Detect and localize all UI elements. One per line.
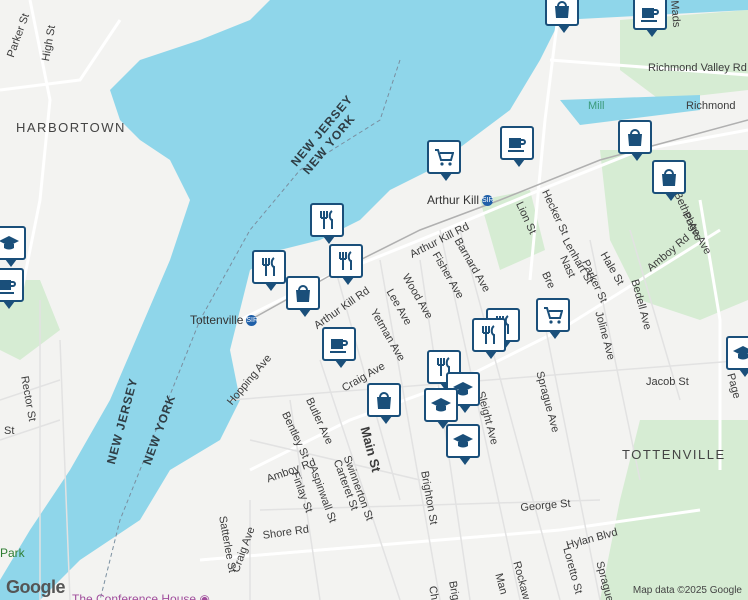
street-label: St <box>4 425 15 437</box>
map-marker[interactable] <box>446 424 480 465</box>
area-label-harbortown: HARBORTOWN <box>16 120 126 135</box>
poi-conference-house[interactable]: The Conference House ◉ <box>72 592 210 600</box>
map-marker[interactable] <box>367 383 401 424</box>
restaurant-icon <box>482 325 495 344</box>
street-label: Ch <box>426 585 441 600</box>
street-label: Richmond <box>686 100 736 112</box>
graduation-cap-icon <box>0 236 19 250</box>
area-label-tottenville: TOTTENVILLE <box>622 447 726 462</box>
shopping-bag-icon <box>377 392 391 409</box>
map-marker[interactable] <box>0 226 26 267</box>
shopping-cart-icon <box>544 307 563 324</box>
coffee-cup-icon <box>330 339 348 353</box>
map-marker[interactable] <box>500 126 534 167</box>
street-label: Mill <box>588 100 605 112</box>
restaurant-icon <box>339 251 352 270</box>
map-marker[interactable] <box>726 336 748 377</box>
landmark-icon: ◉ <box>199 592 210 600</box>
graduation-cap-icon <box>453 434 473 448</box>
map-marker[interactable] <box>0 268 24 309</box>
map-marker[interactable] <box>618 120 652 161</box>
train-icon: SIR <box>482 195 494 207</box>
map-marker[interactable] <box>310 203 344 244</box>
map-marker[interactable] <box>322 327 356 368</box>
map-marker[interactable] <box>427 140 461 181</box>
map-marker[interactable] <box>286 276 320 317</box>
shopping-bag-icon <box>296 285 310 302</box>
shopping-bag-icon <box>628 129 642 146</box>
coffee-cup-icon <box>0 280 16 294</box>
shopping-bag-icon <box>555 1 569 18</box>
map-marker[interactable] <box>633 0 667 37</box>
map-attribution[interactable]: Map data ©2025 Google <box>633 585 742 596</box>
street-label: Jacob St <box>646 376 689 388</box>
poi-name: The Conference House <box>72 592 197 600</box>
shopping-cart-icon <box>435 149 454 166</box>
coffee-cup-icon <box>508 138 526 152</box>
station-name: Arthur Kill <box>427 193 480 207</box>
train-icon: SIR <box>246 315 259 327</box>
graduation-cap-icon <box>733 346 748 360</box>
coffee-cup-icon <box>641 8 659 22</box>
street-label: Mads <box>668 0 683 28</box>
station-arthur-kill[interactable]: Arthur Kill SIR <box>427 193 494 207</box>
restaurant-icon <box>262 257 275 276</box>
station-name: Tottenville <box>190 313 244 327</box>
map-marker[interactable] <box>536 298 570 339</box>
street-label: Richmond Valley Rd <box>648 62 747 74</box>
map-marker[interactable] <box>472 318 506 359</box>
graduation-cap-icon <box>431 398 451 412</box>
map-canvas[interactable]: HARBORTOWN TOTTENVILLE NEW JERSEY NEW YO… <box>0 0 748 600</box>
map-marker[interactable] <box>329 244 363 285</box>
shopping-bag-icon <box>662 169 676 186</box>
map-marker[interactable] <box>424 388 458 429</box>
restaurant-icon <box>320 210 333 229</box>
google-logo: Google <box>6 577 66 597</box>
map-marker[interactable] <box>545 0 579 33</box>
map-marker[interactable] <box>652 160 686 201</box>
poi-park[interactable]: Park <box>0 546 25 560</box>
station-tottenville[interactable]: Tottenville SIR <box>190 313 259 327</box>
map-marker[interactable] <box>252 250 286 291</box>
